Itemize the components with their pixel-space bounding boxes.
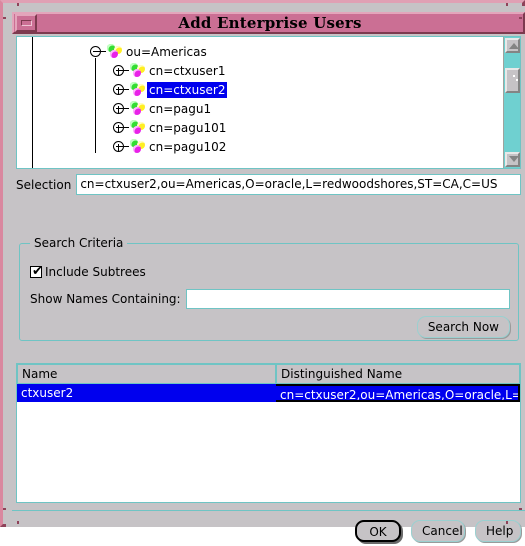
collapse-node-icon[interactable]	[89, 45, 106, 58]
frame-tick-left-bottom	[17, 521, 19, 524]
cancel-button[interactable]: Cancel	[411, 520, 465, 542]
tree-node[interactable]: cn=ctxuser1	[112, 61, 227, 80]
footer-separator	[12, 510, 525, 511]
expand-node-icon[interactable]	[112, 140, 129, 153]
help-button[interactable]: Help	[475, 520, 521, 542]
show-names-row: Show Names Containing:	[30, 289, 510, 309]
directory-entry-icon	[106, 44, 122, 59]
tree-root-line	[32, 37, 33, 168]
dialog-body: ou=Americas cn=ctxuser1 cn=ctxuser2 cn=pagu…	[12, 36, 525, 542]
tree-node[interactable]: cn=pagu101	[112, 118, 228, 137]
include-subtrees-label: Include Subtrees	[45, 265, 146, 279]
table-cell-name: ctxuser2	[17, 384, 276, 402]
tree-node-label: cn=pagu102	[149, 139, 227, 154]
frame-tick-top-right	[519, 17, 522, 19]
column-header[interactable]: Distinguished Name	[276, 364, 520, 384]
window-frame-inner: Add Enterprise Users ou=Americas cn=ctxus…	[6, 6, 525, 542]
results-table-body[interactable]: ctxuser2 cn=ctxuser2,ou=Americas,O=oracle…	[17, 384, 520, 402]
footer-button-bar: OK Cancel Help	[12, 516, 525, 546]
tree-node-label: cn=ctxuser1	[149, 63, 226, 78]
directory-entry-icon	[129, 101, 145, 116]
frame-tick-bottom-right	[519, 508, 522, 510]
selection-row: Selection cn=ctxuser2,ou=Americas,O=orac…	[16, 174, 521, 195]
search-now-button[interactable]: Search Now	[416, 316, 510, 338]
tree-vertical-scrollbar[interactable]	[503, 37, 520, 168]
search-now-wrap: Search Now	[416, 316, 510, 338]
selection-input[interactable]: cn=ctxuser2,ou=Americas,O=oracle,L=redwo…	[76, 174, 521, 195]
scrollbar-thumb[interactable]	[505, 68, 520, 93]
directory-tree-panel: ou=Americas cn=ctxuser1 cn=ctxuser2 cn=pagu…	[16, 36, 521, 169]
tree-node-label: cn=pagu101	[149, 120, 227, 135]
directory-tree[interactable]: ou=Americas cn=ctxuser1 cn=ctxuser2 cn=pagu…	[17, 37, 503, 168]
page-title: Add Enterprise Users	[178, 14, 362, 32]
title-bar[interactable]: Add Enterprise Users	[12, 12, 525, 34]
results-table-header: Name Distinguished Name	[17, 364, 520, 384]
directory-entry-icon	[129, 139, 145, 154]
column-header[interactable]: Name	[17, 364, 276, 384]
tree-node[interactable]: cn=pagu1	[112, 99, 213, 118]
scroll-down-arrow-icon[interactable]	[505, 152, 520, 167]
show-names-label: Show Names Containing:	[30, 292, 181, 306]
results-table-panel: Name Distinguished Name ctxuser2 cn=ctxuse…	[16, 363, 521, 503]
window-menu-icon[interactable]	[15, 14, 37, 32]
include-subtrees-row[interactable]: ✔ Include Subtrees	[30, 265, 146, 279]
ok-button[interactable]: OK	[355, 520, 401, 542]
tree-node-label: ou=Americas	[126, 44, 207, 59]
frame-tick-left-top	[17, 3, 19, 6]
directory-entry-icon	[129, 82, 145, 97]
frame-tick-top-left	[3, 17, 6, 19]
expand-node-icon[interactable]	[112, 83, 129, 96]
table-cell-distinguished-name: cn=ctxuser2,ou=Americas,O=oracle,L=red	[276, 384, 520, 402]
tree-node[interactable]: cn=pagu102	[112, 137, 228, 156]
dialog-window: Add Enterprise Users ou=Americas cn=ctxus…	[0, 0, 525, 542]
tree-node-label: cn=pagu1	[149, 101, 212, 116]
tree-node[interactable]: ou=Americas	[89, 42, 209, 61]
show-names-input[interactable]	[185, 289, 510, 309]
tree-node[interactable]: cn=ctxuser2	[112, 80, 228, 99]
frame-tick-right-top	[506, 3, 508, 6]
frame-tick-bottom-left	[3, 508, 6, 510]
table-row[interactable]: ctxuser2 cn=ctxuser2,ou=Americas,O=oracle…	[17, 384, 520, 402]
tree-connector-line	[95, 58, 96, 153]
directory-entry-icon	[129, 120, 145, 135]
checkmark-icon: ✔	[32, 264, 43, 279]
scroll-up-arrow-icon[interactable]	[505, 38, 520, 53]
expand-node-icon[interactable]	[112, 102, 129, 115]
tree-node-label: cn=ctxuser2	[147, 81, 228, 98]
window-menu-glyph	[20, 20, 32, 26]
include-subtrees-checkbox[interactable]: ✔	[30, 264, 43, 279]
search-criteria-group: Search Criteria ✔ Include Subtrees Show …	[19, 236, 519, 341]
expand-node-icon[interactable]	[112, 64, 129, 77]
directory-entry-icon	[129, 63, 145, 78]
selection-label: Selection	[16, 177, 72, 192]
frame-tick-right-bottom	[506, 521, 508, 524]
search-criteria-title: Search Criteria	[30, 236, 128, 250]
expand-node-icon[interactable]	[112, 121, 129, 134]
